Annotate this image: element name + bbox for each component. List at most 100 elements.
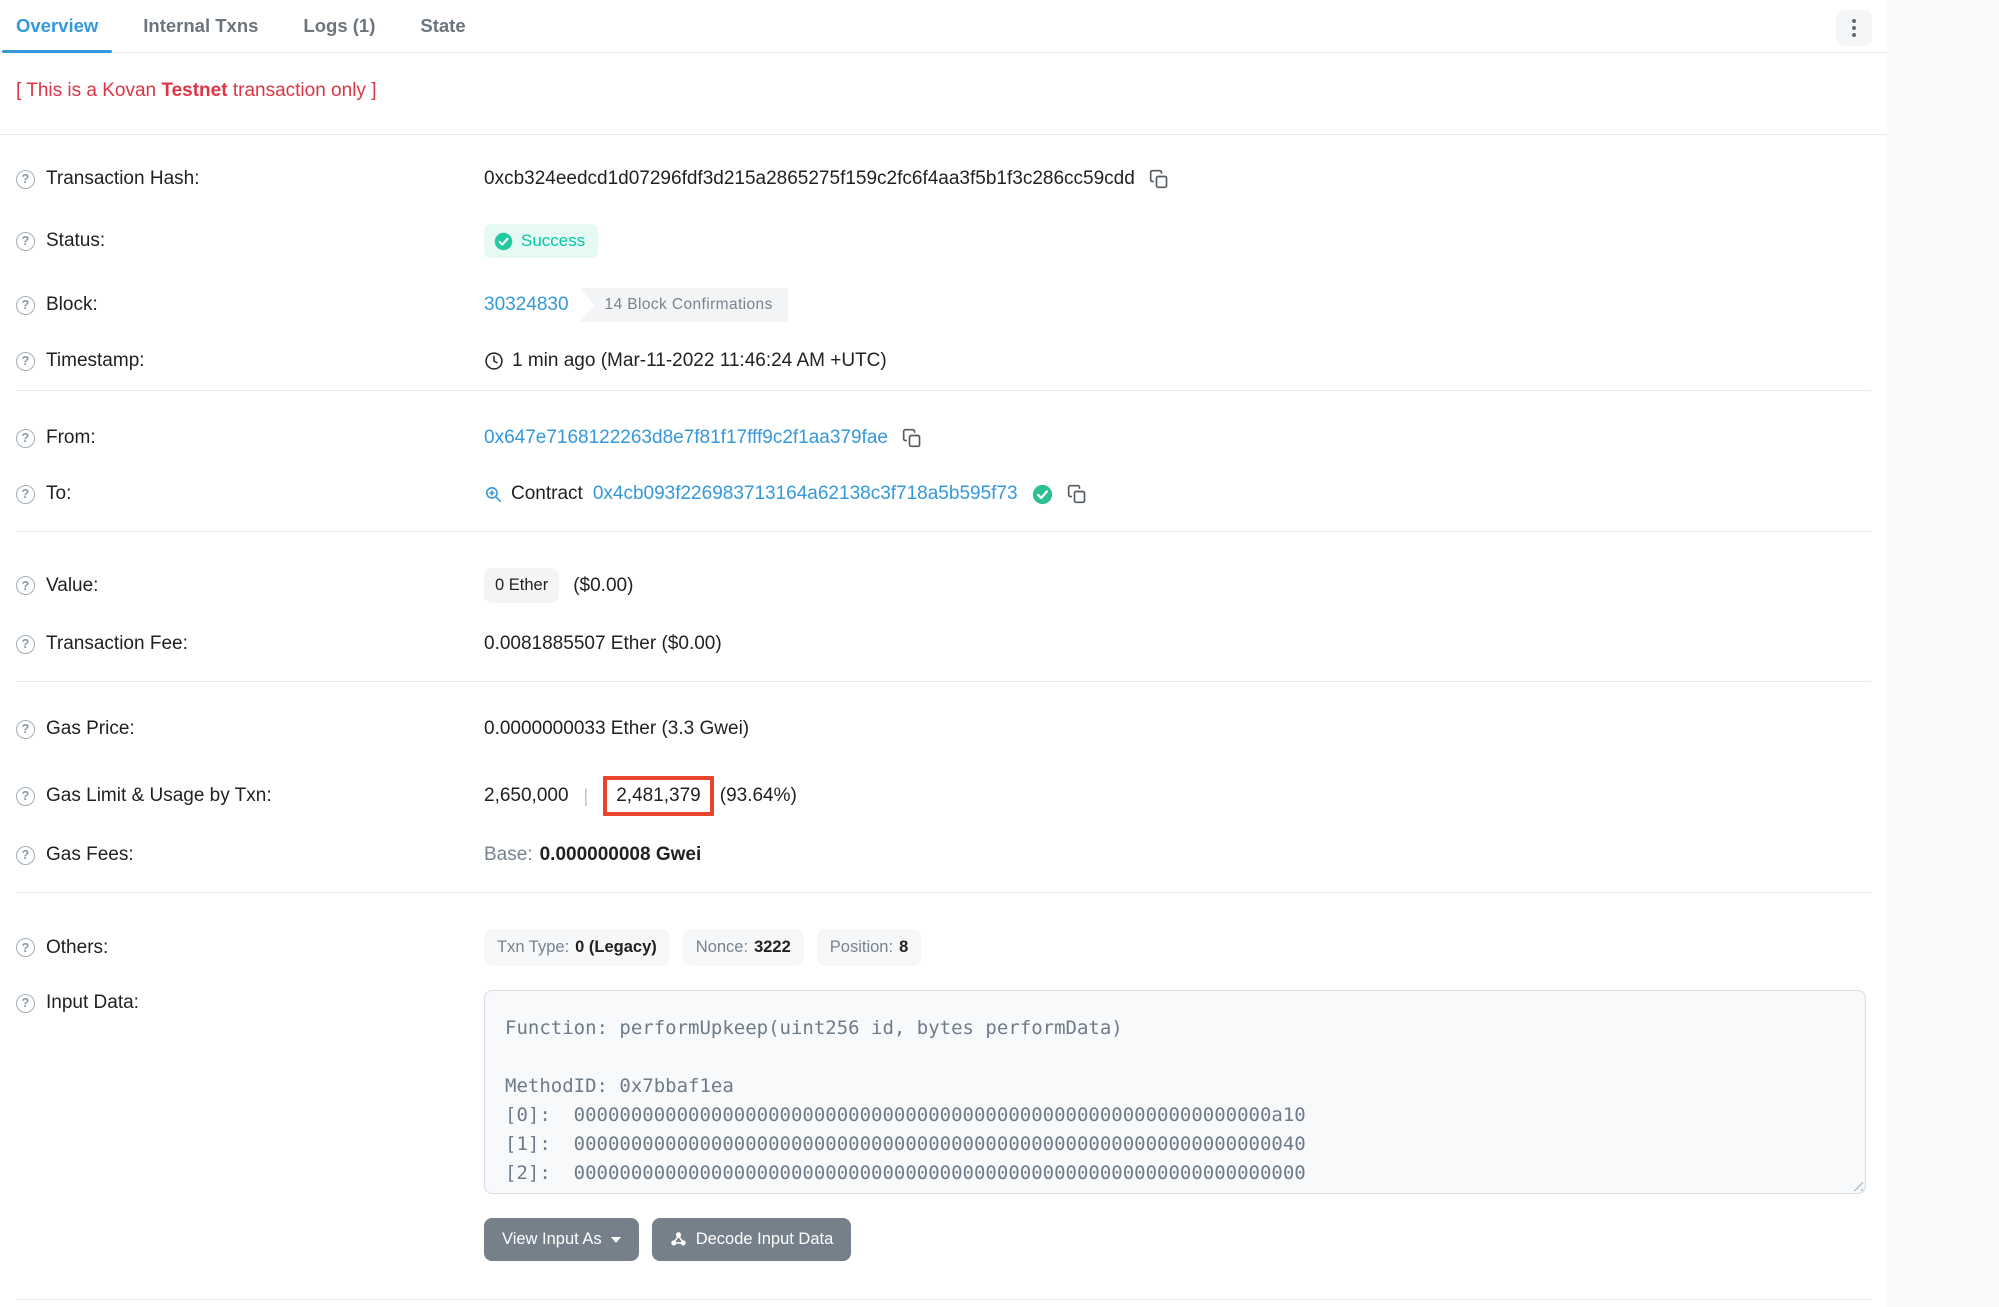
- gas-fees-base-label: Base:: [484, 844, 533, 866]
- tab-internal-txns-label: Internal Txns: [143, 15, 258, 37]
- others-label: Others:: [46, 937, 108, 959]
- block-label: Block:: [46, 294, 98, 316]
- clock-icon: [484, 351, 504, 371]
- help-icon[interactable]: ?: [16, 846, 35, 865]
- input-data-label: Input Data:: [46, 992, 139, 1014]
- position-pill: Position: 8: [817, 929, 921, 966]
- nonce-pill-value: 3222: [754, 938, 791, 957]
- status-badge-text: Success: [521, 231, 585, 251]
- row-transaction-fee: ? Transaction Fee: 0.0081885507 Ether ($…: [16, 633, 1871, 655]
- section-gas: ? Gas Price: 0.0000000033 Ether (3.3 Gwe…: [16, 682, 1871, 893]
- row-others: ? Others: Txn Type: 0 (Legacy) Nonce: 32…: [16, 929, 1871, 966]
- help-icon[interactable]: ?: [16, 576, 35, 595]
- input-data-textarea[interactable]: Function: performUpkeep(uint256 id, byte…: [484, 990, 1866, 1194]
- gas-used-percent: (93.64%): [720, 785, 797, 807]
- tab-logs-label: Logs (1): [303, 15, 375, 37]
- from-label: From:: [46, 427, 96, 449]
- transaction-hash-label: Transaction Hash:: [46, 168, 199, 190]
- input-data-buttons: View Input As Decode Input Data: [484, 1218, 1866, 1261]
- copy-icon: [1067, 484, 1087, 504]
- kebab-dot: [1852, 26, 1856, 30]
- row-status: ? Status: Success: [16, 224, 1871, 258]
- timestamp-value: 1 min ago (Mar-11-2022 11:46:24 AM +UTC): [512, 350, 887, 372]
- gas-price-label: Gas Price:: [46, 718, 135, 740]
- section-hash-status-block-time: ? Transaction Hash: 0xcb324eedcd1d07296f…: [16, 135, 1871, 391]
- value-label: Value:: [46, 575, 98, 597]
- to-label: To:: [46, 483, 71, 505]
- gas-limit-usage-label: Gas Limit & Usage by Txn:: [46, 785, 272, 807]
- position-pill-name: Position:: [830, 938, 893, 957]
- chevron-down-icon: [611, 1237, 621, 1243]
- gas-used-annotation-box: 2,481,379: [603, 776, 714, 816]
- help-icon[interactable]: ?: [16, 720, 35, 739]
- gas-fees-label: Gas Fees:: [46, 844, 134, 866]
- status-badge: Success: [484, 224, 598, 258]
- testnet-notice-bold: Testnet: [161, 80, 227, 101]
- row-timestamp: ? Timestamp: 1 min ago (Mar-11-2022 11:4…: [16, 350, 1871, 372]
- gas-used-value: 2,481,379: [616, 785, 701, 806]
- txn-type-pill: Txn Type: 0 (Legacy): [484, 929, 670, 966]
- timestamp-label: Timestamp:: [46, 350, 145, 372]
- to-address-link[interactable]: 0x4cb093f226983713164a62138c3f718a5b595f…: [593, 483, 1018, 505]
- decode-input-data-label: Decode Input Data: [696, 1230, 834, 1249]
- transaction-details-card: Overview Internal Txns Logs (1) State [ …: [0, 0, 1887, 1307]
- copy-icon: [902, 428, 922, 448]
- help-icon[interactable]: ?: [16, 938, 35, 957]
- tab-bar: Overview Internal Txns Logs (1) State: [0, 0, 1887, 53]
- section-others-input: ? Others: Txn Type: 0 (Legacy) Nonce: 32…: [16, 893, 1871, 1300]
- help-icon[interactable]: ?: [16, 352, 35, 371]
- gas-price-value: 0.0000000033 Ether (3.3 Gwei): [484, 718, 749, 740]
- tab-internal-txns[interactable]: Internal Txns: [129, 0, 272, 52]
- tab-overview[interactable]: Overview: [2, 0, 112, 52]
- copy-from-button[interactable]: [902, 428, 922, 448]
- decode-input-data-button[interactable]: Decode Input Data: [652, 1218, 852, 1261]
- more-options-button[interactable]: [1836, 10, 1872, 46]
- kebab-dot: [1852, 33, 1856, 37]
- section-from-to: ? From: 0x647e7168122263d8e7f81f17fff9c2…: [16, 391, 1871, 532]
- kebab-dot: [1852, 19, 1856, 23]
- gas-fees-base-value: 0.000000008 Gwei: [540, 844, 702, 866]
- row-value: ? Value: 0 Ether ($0.00): [16, 568, 1871, 603]
- block-number-link[interactable]: 30324830: [484, 294, 569, 316]
- help-icon[interactable]: ?: [16, 994, 35, 1013]
- copy-hash-button[interactable]: [1149, 169, 1169, 189]
- copy-to-button[interactable]: [1067, 484, 1087, 504]
- tab-logs[interactable]: Logs (1): [289, 0, 389, 52]
- row-from: ? From: 0x647e7168122263d8e7f81f17fff9c2…: [16, 427, 1871, 449]
- help-icon[interactable]: ?: [16, 170, 35, 189]
- status-label: Status:: [46, 230, 105, 252]
- help-icon[interactable]: ?: [16, 296, 35, 315]
- view-input-as-label: View Input As: [502, 1230, 602, 1249]
- testnet-notice-prefix: [ This is a Kovan: [16, 80, 161, 101]
- row-input-data: ? Input Data: Function: performUpkeep(ui…: [16, 990, 1871, 1290]
- section-value-fee: ? Value: 0 Ether ($0.00) ? Transaction F…: [16, 532, 1871, 682]
- from-address-link[interactable]: 0x647e7168122263d8e7f81f17fff9c2f1aa379f…: [484, 427, 888, 449]
- txn-type-pill-name: Txn Type:: [497, 938, 569, 957]
- help-icon[interactable]: ?: [16, 635, 35, 654]
- row-gas-fees: ? Gas Fees: Base: 0.000000008 Gwei: [16, 844, 1871, 866]
- help-icon[interactable]: ?: [16, 232, 35, 251]
- help-icon[interactable]: ?: [16, 787, 35, 806]
- nonce-pill: Nonce: 3222: [683, 929, 804, 966]
- row-gas-limit-usage: ? Gas Limit & Usage by Txn: 2,650,000 | …: [16, 776, 1871, 816]
- transaction-hash-value: 0xcb324eedcd1d07296fdf3d215a2865275f159c…: [484, 168, 1135, 190]
- row-transaction-hash: ? Transaction Hash: 0xcb324eedcd1d07296f…: [16, 168, 1871, 190]
- to-contract-word: Contract: [511, 483, 583, 505]
- value-usd: ($0.00): [573, 575, 633, 597]
- nonce-pill-name: Nonce:: [696, 938, 748, 957]
- position-pill-value: 8: [899, 938, 908, 957]
- transaction-fee-label: Transaction Fee:: [46, 633, 188, 655]
- tab-state-label: State: [420, 15, 465, 37]
- check-circle-icon: [494, 232, 513, 251]
- tab-overview-label: Overview: [16, 15, 98, 37]
- tab-state[interactable]: State: [406, 0, 479, 52]
- gas-limit-value: 2,650,000: [484, 785, 569, 807]
- help-icon[interactable]: ?: [16, 429, 35, 448]
- block-confirmations-badge: 14 Block Confirmations: [580, 288, 788, 322]
- magnifier-plus-icon[interactable]: [484, 485, 503, 504]
- verified-check-icon: [1032, 484, 1053, 505]
- gas-limit-separator: |: [584, 786, 589, 807]
- view-input-as-button[interactable]: View Input As: [484, 1218, 639, 1261]
- help-icon[interactable]: ?: [16, 485, 35, 504]
- decode-icon: [670, 1231, 687, 1248]
